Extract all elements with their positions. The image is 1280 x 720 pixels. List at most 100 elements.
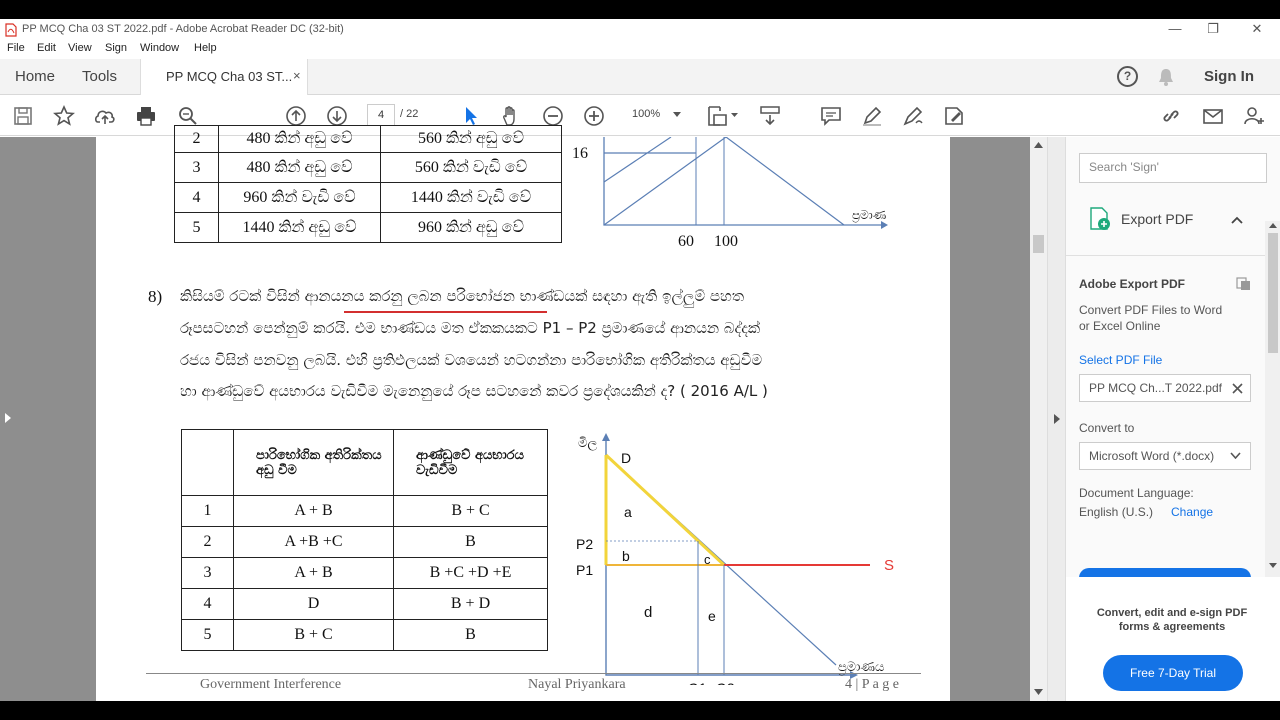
previous-page-icon[interactable]: [285, 105, 307, 127]
tab-home[interactable]: Home: [15, 68, 55, 85]
pane-scrollbar[interactable]: [1265, 221, 1280, 577]
adobe-export-heading: Adobe Export PDF: [1079, 277, 1186, 291]
convert-description: Convert PDF Files to Word: [1079, 303, 1223, 317]
menu-sign[interactable]: Sign: [105, 42, 127, 54]
pdf-file-icon: [5, 23, 17, 37]
right-pane-toggle[interactable]: [1047, 137, 1065, 701]
restore-button[interactable]: ❐: [1198, 21, 1228, 39]
table-row: 3 480 කින් අඩු වේ 560 කින් වැඩි වේ: [174, 152, 562, 183]
fit-dropdown-icon[interactable]: [731, 113, 738, 118]
comment-icon[interactable]: [820, 105, 842, 127]
close-window-button[interactable]: ✕: [1242, 21, 1272, 39]
top-chart-x-label: 100: [714, 233, 738, 250]
select-cursor-icon[interactable]: [460, 105, 482, 127]
menu-view[interactable]: View: [68, 42, 92, 54]
menu-bar: File Edit View Sign Window Help: [0, 41, 1280, 59]
footer-left: Government Interference: [200, 677, 342, 692]
top-chart-axis-label: ප්‍රමාණ: [852, 208, 886, 223]
add-user-icon[interactable]: [1243, 105, 1265, 127]
doc-language-value: English (U.S.): [1079, 505, 1154, 519]
table-row: 4DB + D: [181, 588, 548, 620]
bell-icon[interactable]: [1157, 67, 1175, 87]
hand-tool-icon[interactable]: [500, 105, 522, 127]
top-chart-x-label: 60: [678, 233, 694, 250]
scroll-up-icon[interactable]: [1034, 142, 1043, 148]
zoom-level-select[interactable]: 100%: [632, 108, 660, 120]
selected-file-field[interactable]: PP MCQ Ch...T 2022.pdf: [1079, 374, 1251, 402]
star-icon[interactable]: [53, 105, 75, 127]
zoom-out-icon[interactable]: [542, 105, 564, 127]
page-number-input[interactable]: 4: [367, 104, 395, 126]
menu-edit[interactable]: Edit: [37, 42, 56, 54]
svg-text:P1: P1: [576, 562, 593, 578]
promo-text: forms & agreements: [1118, 621, 1226, 633]
minimize-button[interactable]: —: [1160, 21, 1190, 39]
tab-document[interactable]: PP MCQ Cha 03 ST... ×: [140, 59, 308, 95]
convert-to-label: Convert to: [1079, 421, 1135, 435]
left-panel-toggle-icon[interactable]: [4, 413, 12, 423]
answer-header-b: ආණ්ඩුවේ අයභාරය වැඩිවීම: [393, 429, 548, 496]
menu-help[interactable]: Help: [194, 42, 217, 54]
document-viewport[interactable]: 2 480 කින් අඩු වේ 560 කින් අඩු වේ 3 480 කින…: [0, 125, 1047, 701]
zoom-in-icon[interactable]: [583, 105, 605, 127]
close-tab-icon[interactable]: ×: [293, 68, 301, 83]
tax-diagram: මිල D a b c d e P2 P1 S Q1 Q2 ප්‍රමාණය: [576, 433, 894, 685]
table-row: 5 1440 කින් අඩු වේ 960 කින් අඩු වේ: [174, 212, 562, 243]
svg-text:Q2: Q2: [716, 680, 735, 685]
next-page-icon[interactable]: [326, 105, 348, 127]
svg-text:b: b: [622, 548, 630, 564]
email-icon[interactable]: [1202, 105, 1224, 127]
highlight-pen-icon[interactable]: [861, 105, 883, 127]
print-icon[interactable]: [135, 105, 157, 127]
chevron-up-icon[interactable]: [1231, 216, 1243, 224]
tab-bar: Home Tools PP MCQ Cha 03 ST... × ? Sign …: [0, 59, 1280, 95]
answer-table: පාරිභෝගික අතිරික්තය අඩු වීම ආණ්ඩුවේ අයභා…: [181, 429, 548, 651]
question-line: රජය විසින් පනවනු ලබයි. එහි ප්‍රතිඵලයක් ව…: [180, 351, 763, 369]
chevron-down-icon[interactable]: [1230, 452, 1241, 459]
sign-in-button[interactable]: Sign In: [1204, 68, 1254, 85]
table-row: 5B + CB: [181, 619, 548, 651]
remove-file-icon[interactable]: [1232, 383, 1243, 394]
pane-scrollbar-thumb[interactable]: [1268, 233, 1278, 353]
zoom-search-icon[interactable]: [177, 105, 199, 127]
select-pdf-label[interactable]: Select PDF File: [1079, 353, 1162, 367]
window-title: PP MCQ Cha 03 ST 2022.pdf - Adobe Acroba…: [22, 23, 344, 35]
svg-text:c: c: [704, 552, 711, 567]
question-line: කිසියම් රටක් විසින් ආනයනය කරනු ලබන පරිභෝ…: [180, 287, 745, 305]
promo-section: Convert, edit and e-sign PDF forms & agr…: [1066, 577, 1280, 701]
svg-text:D: D: [621, 450, 631, 466]
collapse-pane-icon[interactable]: [1053, 414, 1061, 424]
svg-text:a: a: [624, 504, 632, 520]
answer-header-a: පාරිභෝගික අතිරික්තය අඩු වීම: [233, 429, 394, 496]
fill-sign-icon[interactable]: [902, 105, 924, 127]
question-line: රූපසටහන් පෙන්නුම් කරයි. එම භාණ්ඩය මත ඒකක…: [180, 319, 761, 337]
tab-tools[interactable]: Tools: [82, 68, 117, 85]
red-underline: [344, 311, 547, 313]
top-chart: 16 60 100 ප්‍රමාණ: [572, 137, 888, 250]
zoom-dropdown-icon[interactable]: [673, 112, 681, 118]
footer-center: Nayal Priyankara: [528, 677, 626, 692]
save-icon[interactable]: [12, 105, 34, 127]
send-sign-icon[interactable]: [943, 105, 965, 127]
help-icon[interactable]: ?: [1117, 66, 1138, 87]
share-link-icon[interactable]: [1160, 105, 1182, 127]
page-total: / 22: [400, 108, 419, 120]
change-language-link[interactable]: Change: [1171, 505, 1213, 519]
scroll-mode-icon[interactable]: [759, 105, 781, 127]
scroll-down-icon[interactable]: [1034, 689, 1043, 695]
pdf-page: 2 480 කින් අඩු වේ 560 කින් අඩු වේ 3 480 කින…: [96, 125, 950, 701]
page-fit-icon[interactable]: [706, 105, 728, 127]
acrobat-window: PP MCQ Cha 03 ST 2022.pdf - Adobe Acroba…: [0, 19, 1280, 701]
export-pdf-title[interactable]: Export PDF: [1121, 211, 1193, 227]
document-scrollbar[interactable]: [1030, 137, 1047, 701]
menu-window[interactable]: Window: [140, 42, 179, 54]
menu-file[interactable]: File: [7, 42, 25, 54]
free-trial-button[interactable]: Free 7-Day Trial: [1103, 655, 1243, 691]
svg-text:d: d: [644, 604, 652, 621]
scrollbar-thumb[interactable]: [1033, 235, 1044, 253]
search-sign-input[interactable]: Search 'Sign': [1079, 153, 1267, 183]
question-line: හා ආණ්ඩුවේ අයභාරය වැඩිවීම මැනෙනුයේ රූප ස…: [180, 382, 768, 400]
convert-to-select[interactable]: Microsoft Word (*.docx): [1079, 442, 1251, 470]
convert-description: or Excel Online: [1079, 319, 1161, 333]
cloud-upload-icon[interactable]: [94, 105, 116, 127]
